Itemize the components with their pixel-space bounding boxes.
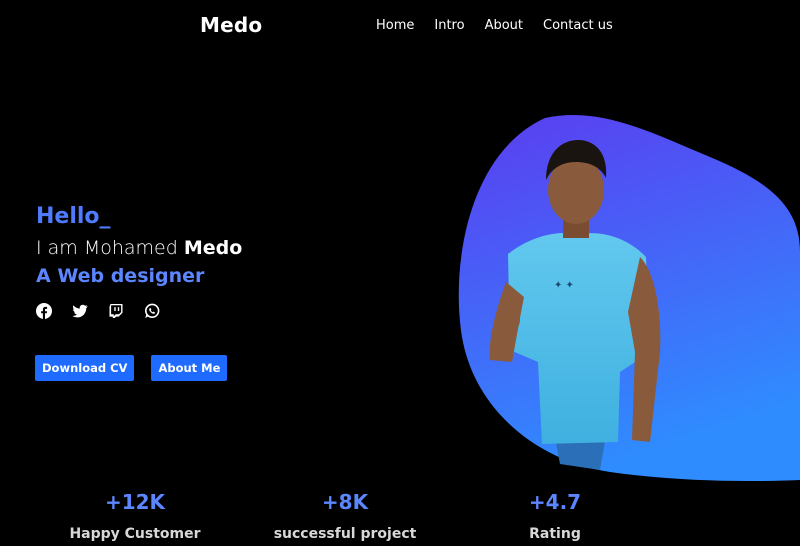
hero-buttons: Download CV About Me	[35, 355, 228, 381]
role-title: A Web designer	[36, 265, 205, 287]
stat-label: successful project	[273, 526, 417, 542]
stat-customers: +12K Happy Customer	[35, 490, 235, 542]
navbar: Medo Home Intro About Contact us	[0, 0, 800, 52]
hero-blob: ✦ ✦	[458, 114, 800, 482]
stat-value: +4.7	[528, 490, 582, 514]
intro-prefix: I am Mohamed	[36, 237, 184, 259]
twitch-icon[interactable]	[108, 303, 124, 319]
twitter-icon[interactable]	[72, 303, 88, 319]
hero-text: Hello_ I am Mohamed Medo A Web designer	[36, 204, 242, 287]
facebook-icon[interactable]	[36, 303, 52, 319]
stat-value: +8K	[321, 490, 369, 514]
about-me-button[interactable]: About Me	[151, 355, 228, 381]
nav-link-intro[interactable]: Intro	[434, 18, 464, 33]
hero-image: ✦ ✦	[450, 112, 800, 482]
stat-projects: +8K successful project	[245, 490, 445, 542]
nav-link-contact[interactable]: Contact us	[543, 18, 613, 33]
stat-rating: +4.7 Rating	[455, 490, 655, 542]
stats-section: +12K Happy Customer +8K successful proje…	[0, 490, 800, 546]
stat-label: Happy Customer	[69, 526, 201, 542]
nav-link-about[interactable]: About	[485, 18, 523, 33]
hello-heading: Hello_	[36, 204, 111, 229]
nav-menu: Home Intro About Contact us	[376, 18, 613, 33]
intro-name: Medo	[183, 237, 243, 259]
nav-link-home[interactable]: Home	[376, 18, 414, 33]
stat-label: Rating	[529, 526, 581, 542]
intro-line: I am Mohamed Medo	[36, 237, 242, 259]
download-cv-button[interactable]: Download CV	[35, 355, 135, 381]
brand-logo[interactable]: Medo	[200, 13, 262, 37]
whatsapp-icon[interactable]	[144, 303, 160, 319]
stat-value: +12K	[104, 490, 166, 514]
shirt-print: ✦ ✦	[554, 280, 574, 291]
social-links	[36, 303, 160, 319]
